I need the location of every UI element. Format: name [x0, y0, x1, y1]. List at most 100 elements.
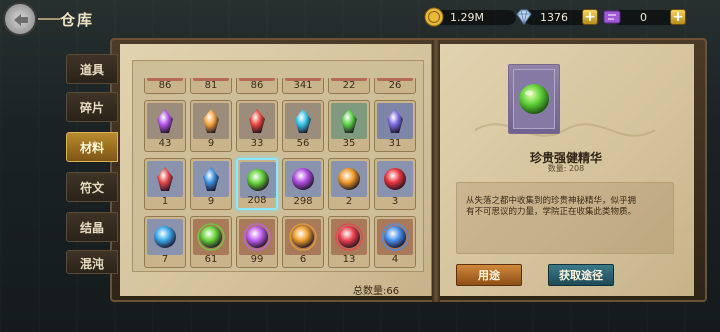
tab-fragments[interactable]: 碎片 [66, 92, 118, 122]
slot-background [331, 103, 367, 139]
inventory-slot[interactable]: 35 [328, 100, 370, 152]
selected-item-card [508, 64, 560, 134]
slot-background [285, 103, 321, 139]
slot-background [239, 219, 275, 255]
tab-items[interactable]: 道具 [66, 54, 118, 84]
inventory-slot[interactable]: 13 [328, 216, 370, 268]
ticket-value: 0 [640, 10, 647, 24]
purple-aura-orb-icon [243, 223, 271, 251]
slot-background [285, 219, 321, 255]
purple-shard-icon [157, 109, 173, 133]
slot-count: 9 [207, 138, 215, 149]
inventory-slot[interactable]: 298 [282, 158, 324, 210]
tab-materials[interactable]: 材料 [66, 132, 118, 162]
slot-count: 2 [345, 196, 353, 207]
inventory-slot[interactable]: 7 [144, 216, 186, 268]
coin-value: 1.29M [450, 10, 484, 24]
slot-count: 298 [293, 196, 313, 207]
ticket-icon [603, 10, 621, 24]
diamond-resource: 1376 + [514, 7, 598, 27]
green-orb-icon [247, 169, 269, 191]
inventory-slot[interactable]: 22 [328, 78, 370, 94]
slot-background [193, 219, 229, 255]
inventory-slot[interactable]: 3 [374, 158, 416, 210]
inventory-slot[interactable]: 61 [190, 216, 232, 268]
description-box [456, 182, 674, 254]
red-shard-icon [249, 109, 265, 133]
green-orb-icon [519, 84, 549, 114]
slot-count: 86 [158, 80, 172, 91]
inventory-slot[interactable]: 4 [374, 216, 416, 268]
inventory-grid[interactable]: 86 81 86 341 22 26 43 9 33 56 35 31 1 9 208 298 2 3 7 61 99 6… [140, 78, 420, 274]
slot-background [377, 219, 413, 255]
use-button[interactable]: 用途 [456, 264, 522, 286]
slot-count: 31 [388, 138, 402, 149]
slot-count: 86 [250, 80, 264, 91]
green-aura-orb-icon [197, 223, 225, 251]
slot-background [193, 161, 229, 197]
orange-shard-icon [203, 109, 219, 133]
blue-crystal-icon [203, 167, 219, 191]
purple-orb-icon [292, 168, 314, 190]
green-shard-icon [341, 109, 357, 133]
inventory-slot[interactable]: 86 [144, 78, 186, 94]
slot-background [147, 103, 183, 139]
red-crystal-icon [157, 167, 173, 191]
inventory-slot[interactable]: 43 [144, 100, 186, 152]
slot-background [331, 161, 367, 197]
slot-count: 4 [391, 254, 399, 265]
slot-count: 1 [161, 196, 169, 207]
slot-count: 22 [342, 80, 356, 91]
tab-crystals[interactable]: 结晶 [66, 212, 118, 242]
slot-background [331, 219, 367, 255]
slot-background [193, 103, 229, 139]
slot-background [239, 103, 275, 139]
inventory-slot[interactable]: 31 [374, 100, 416, 152]
slot-background [377, 103, 413, 139]
title-divider [38, 18, 60, 20]
inventory-slot[interactable]: 9 [190, 100, 232, 152]
item-count: 数量: 208 [547, 164, 585, 173]
back-button[interactable] [3, 2, 37, 36]
red-orb-icon [384, 168, 406, 190]
inventory-slot[interactable]: 99 [236, 216, 278, 268]
slot-count: 56 [296, 138, 310, 149]
inventory-slot[interactable]: 86 [236, 78, 278, 94]
slot-count: 26 [388, 80, 402, 91]
tab-runes[interactable]: 符文 [66, 172, 118, 202]
orange-aura-orb-icon [289, 223, 317, 251]
page-title: 仓库 [60, 11, 95, 29]
inventory-slot[interactable]: 1 [144, 158, 186, 210]
slot-background [147, 219, 183, 255]
inventory-slot[interactable]: 2 [328, 158, 370, 210]
slot-count: 3 [391, 196, 399, 207]
back-arrow-icon [14, 14, 28, 26]
inventory-slot[interactable]: 33 [236, 100, 278, 152]
coin-icon [424, 7, 444, 27]
inventory-slot[interactable]: 6 [282, 216, 324, 268]
slot-count: 9 [207, 196, 215, 207]
orange-orb-icon [338, 168, 360, 190]
slot-background [377, 161, 413, 197]
tab-chaos[interactable]: 混沌 [66, 250, 118, 274]
slot-background [285, 161, 321, 197]
diamond-value: 1376 [540, 10, 568, 24]
slot-count: 33 [250, 138, 264, 149]
slot-count: 99 [250, 254, 264, 265]
add-ticket-button[interactable]: + [670, 9, 686, 25]
slot-background [147, 161, 183, 197]
slot-background [240, 162, 276, 198]
inventory-slot[interactable]: 81 [190, 78, 232, 94]
inventory-slot[interactable]: 208 [236, 158, 278, 210]
slot-count: 6 [299, 254, 307, 265]
blue-aura-orb-icon [381, 223, 409, 251]
inventory-slot[interactable]: 9 [190, 158, 232, 210]
inventory-slot[interactable]: 26 [374, 78, 416, 94]
inventory-slot[interactable]: 341 [282, 78, 324, 94]
slot-count: 61 [204, 254, 218, 265]
cyan-shard-icon [295, 109, 311, 133]
inventory-slot[interactable]: 56 [282, 100, 324, 152]
add-diamond-button[interactable]: + [582, 9, 598, 25]
slot-count: 43 [158, 138, 172, 149]
obtain-button[interactable]: 获取途径 [548, 264, 614, 286]
